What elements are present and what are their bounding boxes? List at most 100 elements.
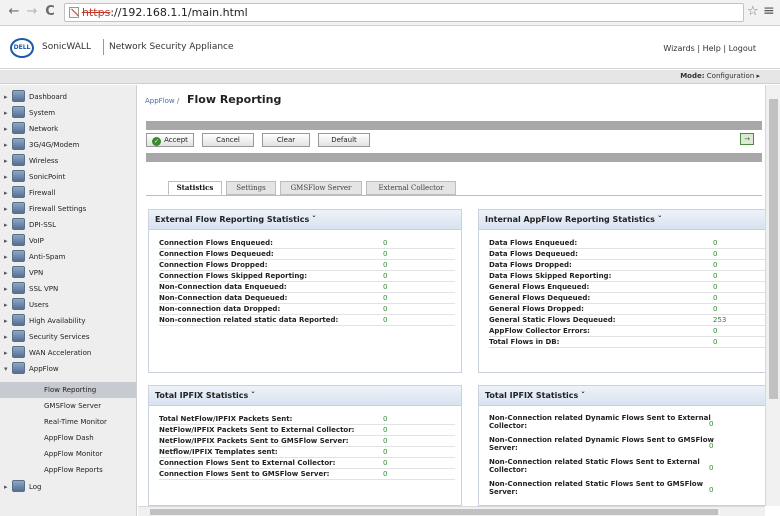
mode-bar: Mode: Configuration ▸ <box>0 70 780 84</box>
mode-indicator[interactable]: Mode: Configuration ▸ <box>680 72 760 80</box>
expand-caret-icon[interactable]: ▸ <box>4 122 12 136</box>
row-label: Connection Flows Skipped Reporting: <box>159 272 308 280</box>
row-label: Data Flows Enqueued: <box>489 239 578 247</box>
table-row: Data Flows Dropped: 0 <box>489 260 780 271</box>
sidebar-item-label: Network <box>29 125 59 133</box>
expand-caret-icon[interactable]: ▸ <box>4 480 12 494</box>
sidebar-item-dpi-ssl[interactable]: ▸ DPI-SSL <box>4 218 134 232</box>
sidebar-subitem-real-time-monitor[interactable]: Real-Time Monitor <box>0 414 136 430</box>
table-row: General Flows Dropped: 0 <box>489 304 780 315</box>
vertical-scrollbar[interactable] <box>765 85 780 506</box>
row-value: 0 <box>383 250 388 258</box>
sidebar-item-firewall[interactable]: ▸ Firewall <box>4 186 134 200</box>
sidebar-item-ssl-vpn[interactable]: ▸ SSL VPN <box>4 282 134 296</box>
sidebar-item-sonicpoint[interactable]: ▸ SonicPoint <box>4 170 134 184</box>
expand-caret-icon[interactable]: ▸ <box>4 154 12 168</box>
log-icon <box>12 480 25 492</box>
tab-statistics[interactable]: Statistics <box>168 181 222 195</box>
row-label: General Static Flows Dequeued: <box>489 316 616 324</box>
table-row: General Flows Enqueued: 0 <box>489 282 780 293</box>
expand-caret-icon[interactable]: ▸ <box>4 202 12 216</box>
panel-title: External Flow Reporting Statistics ˇ <box>149 210 461 230</box>
cancel-button[interactable]: Cancel <box>202 133 254 147</box>
toolbar-bottom-divider <box>146 153 762 162</box>
sidebar-item-firewall-settings[interactable]: ▸ Firewall Settings <box>4 202 134 216</box>
expand-caret-icon[interactable]: ▸ <box>4 106 12 120</box>
table-row: Connection Flows Enqueued: 0 <box>159 238 455 249</box>
tab-gmsflow-server[interactable]: GMSFlow Server <box>280 181 362 195</box>
sidebar-subitem-gmsflow-server[interactable]: GMSFlow Server <box>0 398 136 414</box>
table-row: Data Flows Skipped Reporting: 0 <box>489 271 780 282</box>
sidebar-subitem-flow-reporting[interactable]: Flow Reporting <box>0 382 136 398</box>
horizontal-scrollbar[interactable] <box>138 506 765 516</box>
sidebar-item-appflow[interactable]: ▾ AppFlow <box>4 362 134 376</box>
forward-icon[interactable]: → <box>24 4 40 20</box>
shield-icon <box>12 330 25 342</box>
sidebar-item-modem[interactable]: ▸ 3G/4G/Modem <box>4 138 134 152</box>
clear-button[interactable]: Clear <box>262 133 310 147</box>
sidebar-subitem-appflow-dash[interactable]: AppFlow Dash <box>0 430 136 446</box>
expand-caret-icon[interactable]: ▸ <box>4 346 12 360</box>
expand-caret-icon[interactable]: ▸ <box>4 170 12 184</box>
row-value: 0 <box>713 272 718 280</box>
row-label: Data Flows Skipped Reporting: <box>489 272 612 280</box>
expand-caret-icon[interactable]: ▸ <box>4 218 12 232</box>
sidebar-nav: ▸ Dashboard ▸ System ▸ Network ▸ 3G/4G/Modem… <box>0 85 137 516</box>
sidebar-item-network[interactable]: ▸ Network <box>4 122 134 136</box>
anti-spam-icon <box>12 250 25 262</box>
row-label: Connection Flows Enqueued: <box>159 239 273 247</box>
collapse-caret-icon[interactable]: ▾ <box>4 362 12 376</box>
scroll-thumb[interactable] <box>769 99 778 399</box>
sidebar-item-users[interactable]: ▸ Users <box>4 298 134 312</box>
insecure-lock-icon[interactable] <box>69 7 79 18</box>
header-links[interactable]: Wizards | Help | Logout <box>663 44 756 53</box>
sidebar-item-system[interactable]: ▸ System <box>4 106 134 120</box>
back-icon[interactable]: ← <box>6 4 22 20</box>
breadcrumb[interactable]: AppFlow / <box>145 97 179 105</box>
sidebar-item-voip[interactable]: ▸ VoIP <box>4 234 134 248</box>
sidebar-item-wireless[interactable]: ▸ Wireless <box>4 154 134 168</box>
sidebar-item-dashboard[interactable]: ▸ Dashboard <box>4 90 134 104</box>
row-value: 0 <box>383 294 388 302</box>
table-row: Total NetFlow/IPFIX Packets Sent: 0 <box>159 414 455 425</box>
expand-caret-icon[interactable]: ▸ <box>4 298 12 312</box>
default-button[interactable]: Default <box>318 133 370 147</box>
scroll-thumb[interactable] <box>150 509 718 515</box>
reload-icon[interactable]: C <box>42 4 58 20</box>
sidebar-item-security-services[interactable]: ▸ Security Services <box>4 330 134 344</box>
browser-menu-icon[interactable]: ≡ <box>763 3 775 19</box>
expand-caret-icon[interactable]: ▸ <box>4 234 12 248</box>
row-value: 0 <box>383 448 388 456</box>
sidebar-item-anti-spam[interactable]: ▸ Anti-Spam <box>4 250 134 264</box>
table-row: Non-Connection related Static Flows Sent… <box>489 480 715 496</box>
sidebar-item-high-availability[interactable]: ▸ High Availability <box>4 314 134 328</box>
tab-external-collector[interactable]: External Collector <box>366 181 456 195</box>
row-value: 0 <box>383 470 388 478</box>
row-value: 0 <box>383 459 388 467</box>
row-label: NetFlow/IPFIX Packets Sent to External C… <box>159 426 355 434</box>
address-bar[interactable]: https://192.168.1.1/main.html <box>64 3 744 22</box>
expand-caret-icon[interactable]: ▸ <box>4 266 12 280</box>
sidebar-item-log[interactable]: ▸ Log <box>4 480 134 494</box>
sidebar-item-label: VoIP <box>29 237 44 245</box>
row-value: 0 <box>713 305 718 313</box>
sidebar-subitem-appflow-reports[interactable]: AppFlow Reports <box>0 462 136 478</box>
bookmark-star-icon[interactable]: ☆ <box>747 4 759 19</box>
table-row: Connection Flows Dropped: 0 <box>159 260 455 271</box>
tab-settings[interactable]: Settings <box>226 181 276 195</box>
expand-caret-icon[interactable]: ▸ <box>4 138 12 152</box>
sidebar-item-vpn[interactable]: ▸ VPN <box>4 266 134 280</box>
expand-caret-icon[interactable]: ▸ <box>4 314 12 328</box>
expand-caret-icon[interactable]: ▸ <box>4 90 12 104</box>
expand-caret-icon[interactable]: ▸ <box>4 186 12 200</box>
sidebar-subitem-appflow-monitor[interactable]: AppFlow Monitor <box>0 446 136 462</box>
expand-caret-icon[interactable]: ▸ <box>4 250 12 264</box>
accept-button[interactable]: ✓ Accept <box>146 133 194 147</box>
export-icon[interactable]: → <box>740 133 754 145</box>
row-label: NetFlow/IPFIX Packets Sent to GMSFlow Se… <box>159 437 349 445</box>
expand-caret-icon[interactable]: ▸ <box>4 330 12 344</box>
checkmark-icon: ✓ <box>152 137 162 146</box>
sidebar-item-wan-acceleration[interactable]: ▸ WAN Acceleration <box>4 346 134 360</box>
expand-caret-icon[interactable]: ▸ <box>4 282 12 296</box>
sidebar-item-label: Anti-Spam <box>29 253 66 261</box>
